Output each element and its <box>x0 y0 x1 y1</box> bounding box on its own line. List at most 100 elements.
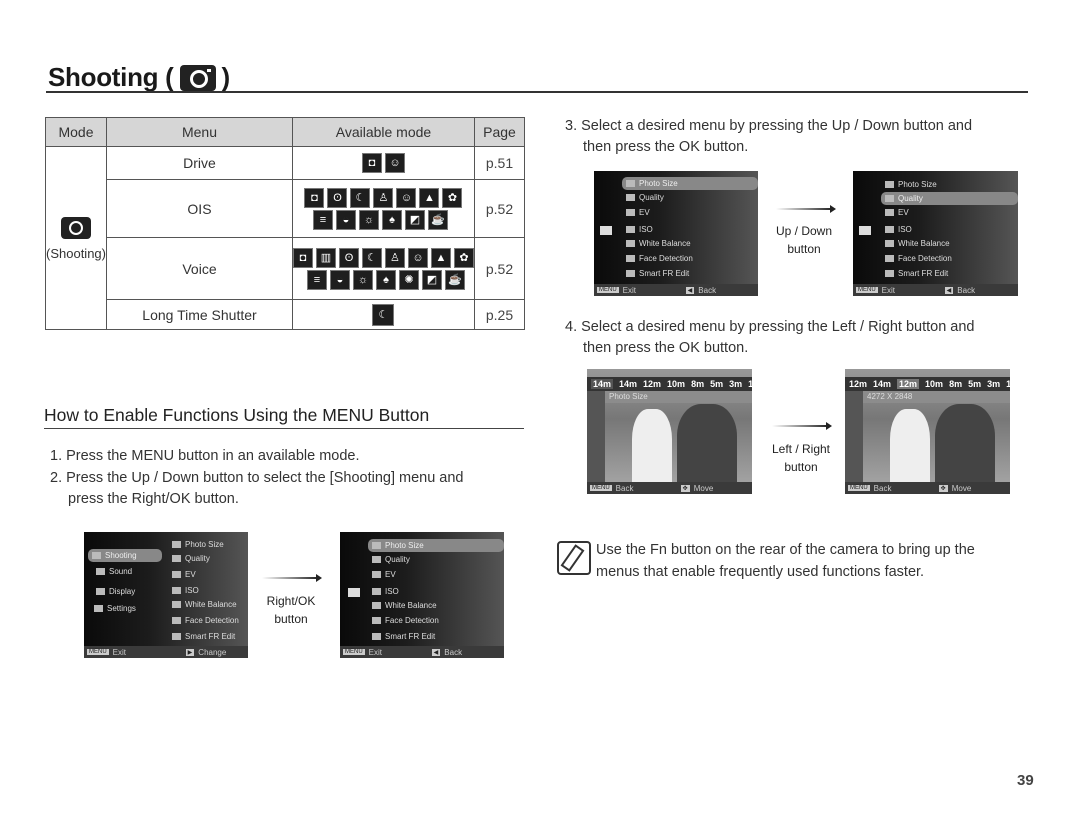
landscape-icon: ▲ <box>430 247 451 268</box>
white-balance-icon <box>172 601 181 608</box>
food-icon: ☕ <box>427 209 448 230</box>
menu-item: White Balance <box>885 239 950 248</box>
header-available-mode: Available mode <box>291 117 475 147</box>
move-key-icon: ✥ <box>938 484 948 492</box>
fireworks-icon: ✺ <box>398 269 419 290</box>
menu-item: ISO <box>172 586 199 595</box>
size-option: 1m <box>748 379 752 389</box>
night-icon: ☾ <box>350 187 371 208</box>
note-line-2: menus that enable frequently used functi… <box>596 564 925 580</box>
size-option: 5m <box>710 379 724 389</box>
page-title: Shooting ( ) <box>48 62 230 93</box>
page-title-close: ) <box>221 62 231 92</box>
menu-item: Smart FR Edit <box>885 269 948 278</box>
menu-item: EV <box>372 570 396 579</box>
face-detection-icon <box>372 617 381 624</box>
menu-key-icon: MENU <box>343 649 365 655</box>
menu-key-icon: MENU <box>590 485 612 491</box>
page-cell: p.51 <box>473 146 526 180</box>
arrow-label-up-down: Up / Down button <box>775 224 833 256</box>
landscape-icon: ▲ <box>419 187 440 208</box>
food-icon: ☕ <box>444 269 465 290</box>
size-option: 5m <box>968 379 982 389</box>
camera-icon <box>60 217 91 239</box>
close-up-icon: ✿ <box>442 187 463 208</box>
size-option: 8m <box>949 379 963 389</box>
sound-icon <box>96 568 105 575</box>
menu-item: Quality <box>172 554 210 563</box>
sunset-icon: ◒ <box>329 269 350 290</box>
iso-icon <box>172 587 181 594</box>
screen-footer: MENU Exit ◀ Back <box>853 284 1018 296</box>
white-balance-icon <box>885 240 894 247</box>
size-options-bar: 14m 14m 12m 10m 8m 5m 3m 1m <box>587 377 752 391</box>
camera-icon <box>600 226 612 235</box>
photo-size-icon <box>372 542 381 549</box>
page-title-text: Shooting ( <box>48 62 174 92</box>
display-icon <box>96 588 105 595</box>
available-mode-cell: ◘ ☺ <box>291 146 475 180</box>
menu-item: ISO <box>885 225 912 234</box>
menu-item-selected: Photo Size <box>368 539 504 552</box>
camera-main-menu-screen: Shooting Sound Display Settings Photo Si… <box>84 532 248 658</box>
photo-groom <box>677 404 737 484</box>
arrow-icon <box>772 422 832 430</box>
step-4-cont: then press the OK button. <box>583 340 749 356</box>
step-2-cont: press the Right/OK button. <box>68 491 239 507</box>
size-option: 10m <box>667 379 686 389</box>
quality-icon <box>885 195 894 202</box>
size-option: 1m <box>1006 379 1010 389</box>
step-1: 1. Press the MENU button in an available… <box>50 448 360 464</box>
camera-icon <box>179 64 216 91</box>
selected-option-label: Photo Size <box>605 391 752 403</box>
note-line-1: Use the Fn button on the rear of the cam… <box>596 542 975 558</box>
size-option: 8m <box>691 379 705 389</box>
page-number: 39 <box>1017 772 1034 789</box>
portrait-icon: ♙ <box>384 247 405 268</box>
header-page: Page <box>473 117 526 147</box>
size-option: 14m <box>619 379 638 389</box>
step-2: 2. Press the Up / Down button to select … <box>50 470 464 486</box>
camera-icon <box>92 552 101 559</box>
menu-key-icon: MENU <box>856 287 878 293</box>
left-key-icon: ◀ <box>685 286 695 294</box>
iso-icon <box>885 226 894 233</box>
menu-item-selected: Quality <box>881 192 1018 205</box>
iso-icon <box>372 588 381 595</box>
size-option: 12m <box>643 379 662 389</box>
available-mode-cell: ☾ <box>291 299 475 330</box>
selected-option-label: 4272 X 2848 <box>863 391 1010 403</box>
section-title: How to Enable Functions Using the MENU B… <box>44 405 430 425</box>
table-row: Long Time Shutter ☾ p.25 <box>46 299 526 330</box>
photo-size-screen-1: 14m 14m 12m 10m 8m 5m 3m 1m Photo Size M… <box>587 369 752 494</box>
size-option-selected: 14m <box>591 379 614 389</box>
menu-item: Photo Size <box>172 540 224 549</box>
menu-item: EV <box>172 570 196 579</box>
menu-item: ISO <box>372 587 399 596</box>
screen-footer: MENU Back ✥ Move <box>587 482 752 494</box>
face-detection-icon <box>172 617 181 624</box>
left-key-icon: ◀ <box>431 648 441 656</box>
camera-sub-menu-screen-step3b: Photo Size Quality EV ISO White Balance … <box>853 171 1018 296</box>
menu-key-icon: MENU <box>87 649 109 655</box>
face-detection-icon <box>626 255 635 262</box>
text-icon: ≡ <box>306 269 327 290</box>
smart-fr-edit-icon <box>372 633 381 640</box>
table-row: Voice ◘ ▥ ʘ ☾ ♙ ☺ ▲ ✿ ≡ ◒ ☼ ♠ ✺ ◩ ☕ p.52 <box>46 237 526 300</box>
size-options-bar: 12m 14m 12m 10m 8m 5m 3m 1m <box>845 377 1010 391</box>
camera-sub-menu-screen: Photo Size Quality EV ISO White Balance … <box>340 532 504 658</box>
face-detection-icon <box>885 255 894 262</box>
children-mode-icon: ☺ <box>396 187 417 208</box>
size-option-selected: 12m <box>897 379 920 389</box>
title-divider <box>46 91 1028 93</box>
dawn-icon: ☼ <box>358 209 379 230</box>
size-option: 3m <box>987 379 1001 389</box>
section-divider <box>44 428 524 429</box>
size-option: 14m <box>873 379 892 389</box>
modes-table: Mode Menu Available mode Page (Shooting)… <box>45 117 526 330</box>
side-icons <box>845 391 863 482</box>
menu-item: EV <box>885 208 909 217</box>
camera-icon <box>348 588 360 597</box>
ev-icon <box>372 571 381 578</box>
portrait-icon: ♙ <box>373 187 394 208</box>
